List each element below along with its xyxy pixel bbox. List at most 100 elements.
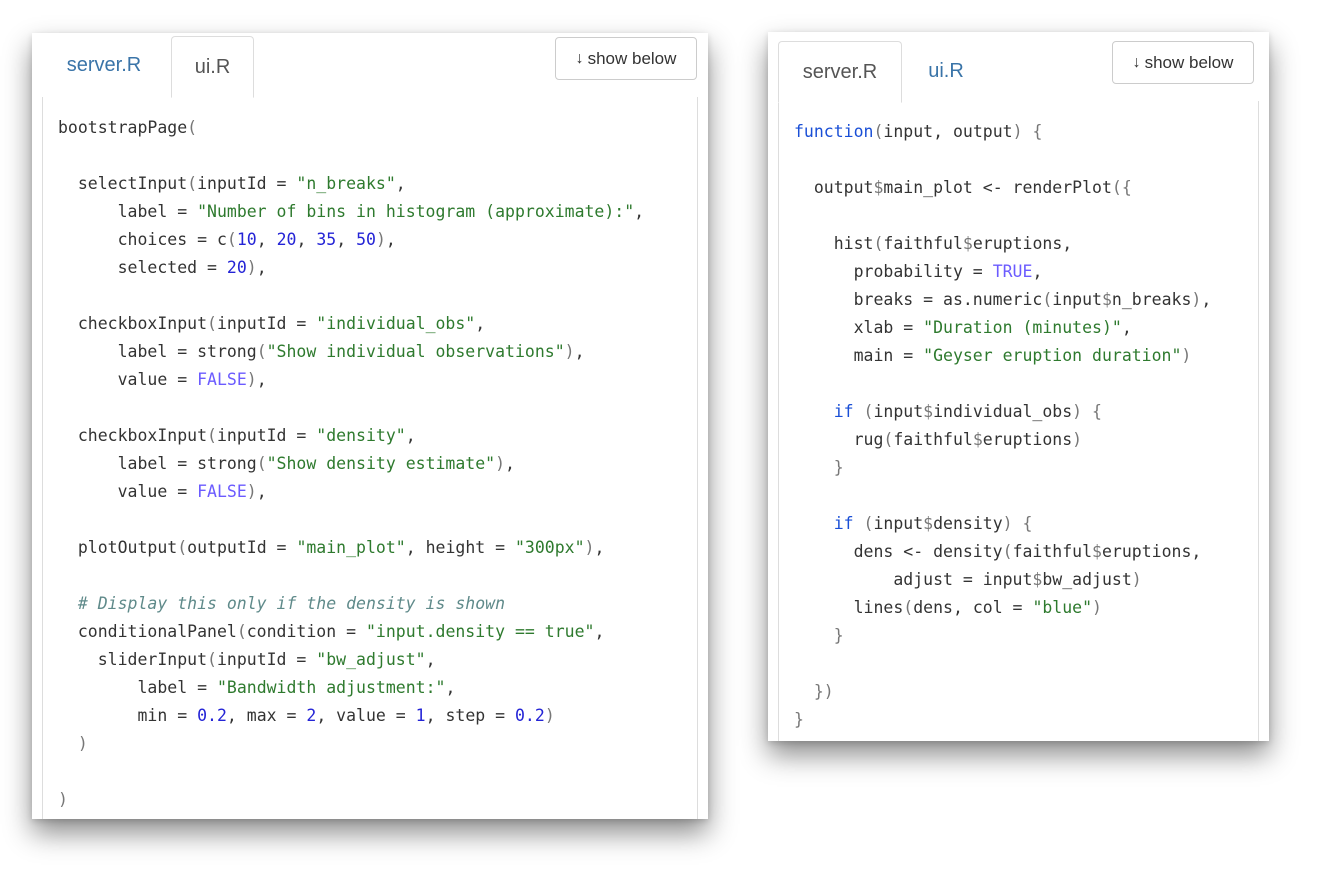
code-token: 20 (226, 258, 247, 277)
code-token: main_plot <- renderPlot (883, 178, 1112, 197)
code-token: label = strong (58, 342, 257, 361)
code-line: output$main_plot <- renderPlot({ (794, 174, 1211, 202)
code-line: # Display this only if the density is sh… (58, 590, 644, 618)
show-below-label: show below (587, 48, 677, 68)
code-token: , (634, 202, 645, 221)
code-token: selected = (58, 258, 227, 277)
code-token: inputId = (216, 426, 317, 445)
code-token: , (594, 538, 605, 557)
code-token: ( (256, 454, 267, 473)
code-token: ( (256, 342, 267, 361)
code-token: if (794, 402, 854, 421)
code-token: inputId = (197, 174, 297, 193)
code-token: , (256, 482, 267, 501)
code-token: lines (794, 598, 904, 617)
code-line: ) (58, 786, 644, 814)
code-token: value = (58, 482, 198, 501)
code-line: label = strong("Show individual observat… (58, 338, 644, 366)
code-token: rug (794, 430, 884, 449)
code-line: choices = c(10, 20, 35, 50), (58, 226, 644, 254)
tab-ui-r[interactable]: ui.R (171, 36, 254, 98)
code-token: ( (873, 234, 884, 253)
code-token: 2 (306, 706, 317, 725)
code-token: "density" (316, 426, 406, 445)
arrow-down-icon: ↓ (575, 49, 584, 67)
code-token: , (1032, 262, 1043, 281)
code-token: ) (544, 706, 555, 725)
code-token: "n_breaks" (296, 174, 396, 193)
code-token: ) (58, 790, 68, 809)
code-token: ) (564, 342, 575, 361)
code-token: "Duration (minutes)" (923, 318, 1122, 337)
code-line: label = "Number of bins in histogram (ap… (58, 198, 645, 226)
code-line: conditionalPanel(condition = "input.dens… (58, 618, 644, 646)
code-token: $ (923, 402, 934, 421)
code-token: } (794, 626, 844, 645)
code-line: checkboxInput(inputId = "individual_obs"… (58, 310, 644, 338)
code-line: lines(dens, col = "blue") (794, 594, 1211, 622)
code-token: } (794, 458, 844, 477)
code-line: breaks = as.numeric(input$n_breaks), (794, 286, 1212, 314)
code-token: , (256, 370, 267, 389)
code-token: , (505, 454, 515, 473)
code-line: main = "Geyser eruption duration") (794, 342, 1211, 370)
code-line: value = FALSE), (58, 366, 644, 394)
code-line: label = "Bandwidth adjustment:", (58, 674, 644, 702)
code-token: 0.2 (515, 706, 545, 725)
code-token: bw_adjust (1042, 570, 1132, 589)
code-token: $ (1032, 570, 1043, 589)
code-token: ( (1042, 290, 1053, 309)
code-token: ({ (1111, 178, 1132, 197)
code-token: adjust = input (794, 570, 1033, 589)
code-token: ) (1002, 514, 1013, 533)
code-token: FALSE (197, 482, 247, 501)
code-line: xlab = "Duration (minutes)", (794, 314, 1211, 342)
code-listing-server-r: function(input, output) { output$main_pl… (794, 118, 1211, 734)
code-token: , (1201, 290, 1212, 309)
code-token: $ (962, 234, 973, 253)
show-below-button[interactable]: ↓ show below (555, 37, 697, 80)
tab-ui-r[interactable]: ui.R (906, 41, 986, 102)
code-token: label = strong (58, 454, 257, 473)
code-token: "Number of bins in histogram (approximat… (197, 202, 635, 221)
tab-server-r[interactable]: server.R (778, 41, 902, 103)
code-token: individual_obs (933, 402, 1073, 421)
code-token: , (574, 342, 585, 361)
code-token: $ (1101, 290, 1112, 309)
code-token: selectInput (58, 174, 188, 193)
code-line: hist(faithful$eruptions, (794, 230, 1211, 258)
code-token: ) (1181, 346, 1192, 365)
code-token: ) (246, 258, 257, 277)
code-token: TRUE (992, 262, 1033, 281)
code-token: plotOutput (58, 538, 178, 557)
code-token: value = (58, 370, 198, 389)
code-token: function (794, 122, 874, 141)
code-token: label = (58, 678, 217, 697)
code-token: eruptions (982, 430, 1073, 449)
code-line: sliderInput(inputId = "bw_adjust", (58, 646, 644, 674)
code-token: , step = (425, 706, 515, 725)
code-token: , height = (405, 538, 515, 557)
code-token: dens <- density (794, 542, 1003, 561)
code-token: "Show density estimate" (266, 454, 496, 473)
show-below-button[interactable]: ↓ show below (1112, 41, 1254, 84)
code-line: }) (794, 678, 1211, 706)
code-token: } (794, 710, 804, 729)
code-token: n_breaks (1111, 290, 1192, 309)
code-token: ) (1072, 430, 1083, 449)
tab-server-r[interactable]: server.R (44, 35, 164, 96)
code-token: ) (1131, 570, 1142, 589)
code-token: , (475, 314, 486, 333)
server-code-panel: server.R ui.R ↓ show below function(inpu… (768, 32, 1269, 741)
code-token: ) (58, 734, 88, 753)
code-token: "Show individual observations" (266, 342, 565, 361)
arrow-down-icon: ↓ (1132, 53, 1141, 71)
code-token: , (425, 650, 436, 669)
code-line: adjust = input$bw_adjust) (794, 566, 1211, 594)
code-token: ( (863, 402, 874, 421)
